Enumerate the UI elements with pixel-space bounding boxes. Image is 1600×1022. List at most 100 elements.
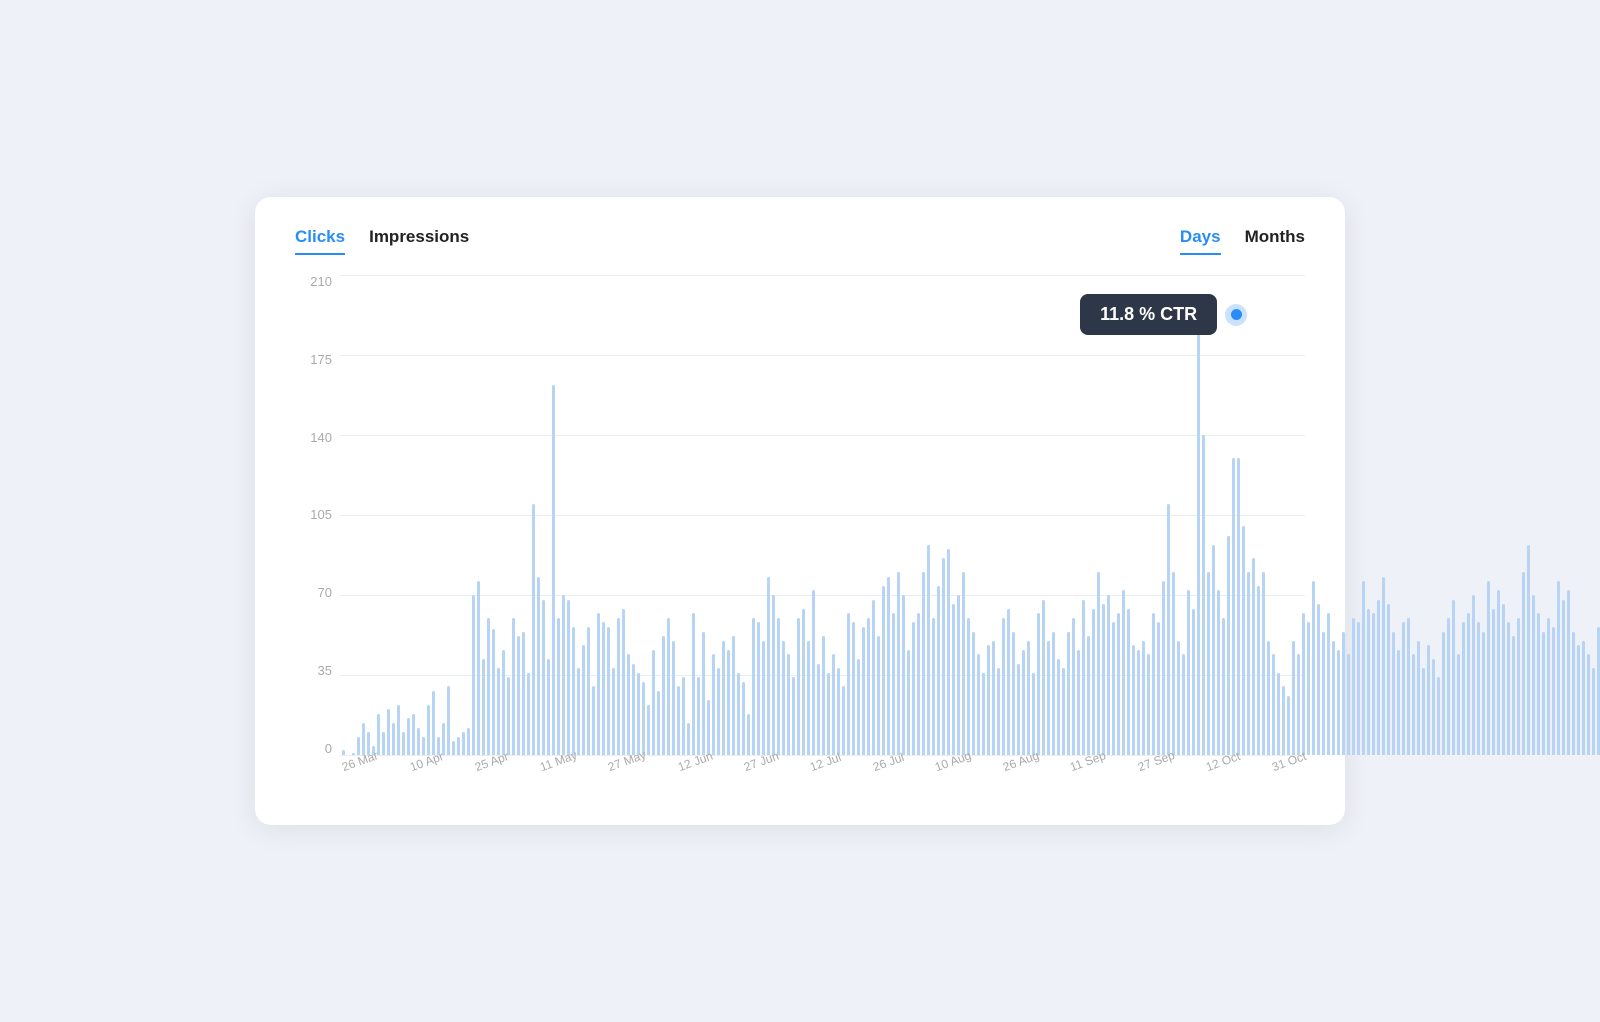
- bar: [1087, 636, 1090, 755]
- bar: [517, 636, 520, 755]
- bar: [952, 604, 955, 755]
- bar: [652, 650, 655, 755]
- bar: [727, 650, 730, 755]
- bar: [982, 673, 985, 755]
- bar: [457, 737, 460, 755]
- bar: [1342, 632, 1345, 755]
- bar: [1572, 632, 1575, 755]
- bar: [1552, 627, 1555, 755]
- bar: [882, 586, 885, 755]
- bar: [1017, 664, 1020, 755]
- bar: [1522, 572, 1525, 755]
- bar: [1507, 622, 1510, 755]
- bar: [552, 385, 555, 755]
- bar: [1282, 686, 1285, 755]
- bar: [1422, 668, 1425, 755]
- bar: [1217, 590, 1220, 755]
- bar: [1402, 622, 1405, 755]
- bar: [1027, 641, 1030, 755]
- bar: [1452, 600, 1455, 755]
- bar: [1117, 613, 1120, 755]
- bar: [897, 572, 900, 755]
- bar: [1252, 558, 1255, 755]
- tab-months[interactable]: Months: [1245, 227, 1305, 255]
- bar: [547, 659, 550, 755]
- bars-container: [340, 275, 1305, 755]
- bar: [1192, 609, 1195, 755]
- bar: [1037, 613, 1040, 755]
- bar: [1172, 572, 1175, 755]
- bar: [622, 609, 625, 755]
- bar: [1287, 696, 1290, 755]
- bar: [587, 627, 590, 755]
- bar: [762, 641, 765, 755]
- bar: [602, 622, 605, 755]
- bar: [1557, 581, 1560, 755]
- y-label-105: 105: [310, 508, 332, 521]
- bar: [1512, 636, 1515, 755]
- bar: [1357, 622, 1360, 755]
- bar: [1427, 645, 1430, 755]
- bar: [357, 737, 360, 755]
- bar: [832, 654, 835, 755]
- tab-clicks[interactable]: Clicks: [295, 227, 345, 255]
- bar: [422, 737, 425, 755]
- bar: [1127, 609, 1130, 755]
- bar: [1482, 632, 1485, 755]
- bar: [802, 609, 805, 755]
- bar: [1562, 600, 1565, 755]
- bar: [962, 572, 965, 755]
- bar: [432, 691, 435, 755]
- bar: [1547, 618, 1550, 755]
- bar: [522, 632, 525, 755]
- bar: [542, 600, 545, 755]
- bar: [447, 686, 450, 755]
- bar: [1207, 572, 1210, 755]
- bar: [1567, 590, 1570, 755]
- x-axis: 26 Mar10 Apr25 Apr11 May27 May12 Jun27 J…: [340, 755, 1305, 795]
- chart-card: Clicks Impressions Days Months 210 175 1…: [255, 197, 1345, 825]
- tab-impressions[interactable]: Impressions: [369, 227, 469, 255]
- bar: [672, 641, 675, 755]
- bar: [572, 627, 575, 755]
- y-axis: 210 175 140 105 70 35 0: [295, 275, 340, 755]
- bar: [687, 723, 690, 755]
- bar: [562, 595, 565, 755]
- bar: [922, 572, 925, 755]
- bar: [852, 622, 855, 755]
- bar: [1177, 641, 1180, 755]
- bar: [1407, 618, 1410, 755]
- bar: [462, 732, 465, 755]
- bar: [972, 632, 975, 755]
- bar: [567, 600, 570, 755]
- tab-days[interactable]: Days: [1180, 227, 1221, 255]
- bar: [632, 664, 635, 755]
- bar: [1487, 581, 1490, 755]
- bar: [1187, 590, 1190, 755]
- bar: [392, 723, 395, 755]
- bar: [627, 654, 630, 755]
- bar: [1292, 641, 1295, 755]
- bar: [1397, 650, 1400, 755]
- bar: [467, 728, 470, 755]
- bar: [717, 668, 720, 755]
- bar: [607, 627, 610, 755]
- bar: [877, 636, 880, 755]
- bar: [1112, 622, 1115, 755]
- bar: [837, 668, 840, 755]
- bar: [487, 618, 490, 755]
- bar: [1477, 622, 1480, 755]
- bar: [907, 650, 910, 755]
- tooltip-dot: [1225, 304, 1247, 326]
- bar: [777, 618, 780, 755]
- bar: [1077, 650, 1080, 755]
- bar: [1247, 572, 1250, 755]
- bar: [1072, 618, 1075, 755]
- chart-content: 11.8 % CTR: [340, 275, 1305, 755]
- bar: [967, 618, 970, 755]
- bar: [847, 613, 850, 755]
- bar: [1332, 641, 1335, 755]
- bar: [1262, 572, 1265, 755]
- bar: [577, 668, 580, 755]
- bar: [822, 636, 825, 755]
